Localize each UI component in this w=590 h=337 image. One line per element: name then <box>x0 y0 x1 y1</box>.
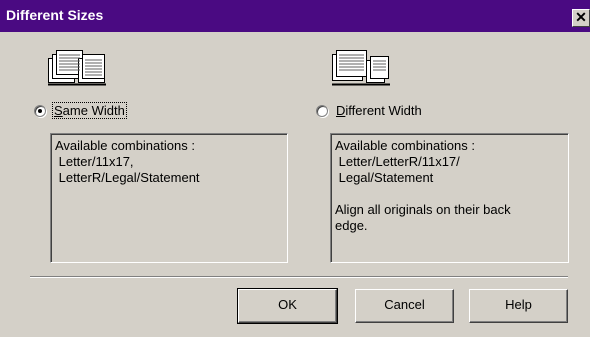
document-stack-icon <box>48 50 106 86</box>
same-width-info-box: Available combinations : Letter/11x17, L… <box>50 133 288 263</box>
dialog-title: Different Sizes <box>6 7 104 23</box>
info-line: Available combinations : <box>55 138 195 153</box>
different-sizes-dialog: Different Sizes ✕ Same Width Different W… <box>0 0 590 337</box>
info-line: edge. <box>335 218 368 233</box>
different-width-label[interactable]: Different Width <box>335 103 423 118</box>
close-button[interactable]: ✕ <box>572 9 590 27</box>
same-width-option[interactable]: Same Width <box>34 102 127 119</box>
info-line: Letter/LetterR/11x17/ <box>335 154 460 169</box>
same-width-label[interactable]: Same Width <box>52 102 127 119</box>
info-line <box>335 186 564 202</box>
ok-button[interactable]: OK <box>237 288 338 324</box>
cancel-button[interactable]: Cancel <box>355 289 454 323</box>
different-width-info-box: Available combinations : Letter/LetterR/… <box>330 133 569 263</box>
help-button[interactable]: Help <box>469 289 568 323</box>
info-line: Available combinations : <box>335 138 475 153</box>
different-width-radio[interactable] <box>316 104 328 117</box>
info-line: LetterR/Legal/Statement <box>55 170 200 185</box>
title-bar[interactable]: Different Sizes ✕ <box>0 0 590 32</box>
info-line: Letter/11x17, <box>55 154 134 169</box>
info-line: Align all originals on their back <box>335 202 511 217</box>
different-width-option[interactable]: Different Width <box>316 103 423 118</box>
close-icon: ✕ <box>575 9 587 25</box>
separator <box>30 276 568 278</box>
same-width-radio[interactable] <box>34 104 46 117</box>
document-stack-icon <box>332 50 390 86</box>
info-line: Legal/Statement <box>335 170 434 185</box>
